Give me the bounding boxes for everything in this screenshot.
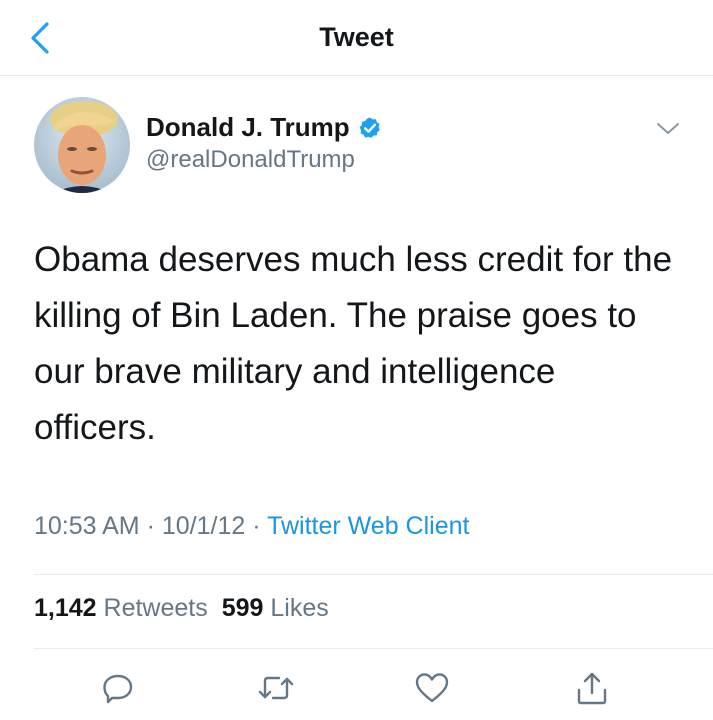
retweets-count: 1,142 <box>34 594 97 622</box>
reply-button[interactable] <box>98 668 138 708</box>
retweets-label: Retweets <box>103 594 208 622</box>
verified-badge-icon <box>359 117 380 138</box>
author-handle[interactable]: @realDonaldTrump <box>146 146 355 174</box>
reply-icon <box>103 674 133 704</box>
tweet-stats: 1,142 Retweets 599 Likes <box>34 594 329 623</box>
retweet-button[interactable] <box>256 668 296 708</box>
author-name[interactable]: Donald J. Trump <box>146 112 350 143</box>
share-button[interactable] <box>572 668 612 708</box>
meta-separator: · <box>146 512 162 540</box>
author-row: Donald J. Trump <box>146 112 382 143</box>
like-button[interactable] <box>412 668 452 708</box>
chevron-down-icon <box>657 123 679 134</box>
tweet-client-link[interactable]: Twitter Web Client <box>267 512 469 540</box>
page-title: Tweet <box>319 22 394 52</box>
like-icon <box>415 673 449 703</box>
tweet-meta: 10:53 AM · 10/1/12 · Twitter Web Client <box>34 512 469 541</box>
meta-separator: · <box>252 512 268 540</box>
likes-stat[interactable]: 599 Likes <box>222 594 329 622</box>
tweet-date: 10/1/12 <box>161 512 246 540</box>
share-icon <box>577 672 607 705</box>
action-bar <box>0 662 713 712</box>
likes-label: Likes <box>270 594 329 622</box>
tweet-text: Obama deserves much less credit for the … <box>34 240 673 447</box>
retweets-stat[interactable]: 1,142 Retweets <box>34 594 208 622</box>
avatar[interactable] <box>34 97 130 193</box>
tweet-time: 10:53 AM <box>34 512 140 540</box>
divider <box>34 574 713 575</box>
more-options-button[interactable] <box>654 118 682 138</box>
divider <box>34 648 713 649</box>
top-bar: Tweet <box>0 0 713 76</box>
retweet-icon <box>258 676 294 700</box>
likes-count: 599 <box>221 594 264 622</box>
